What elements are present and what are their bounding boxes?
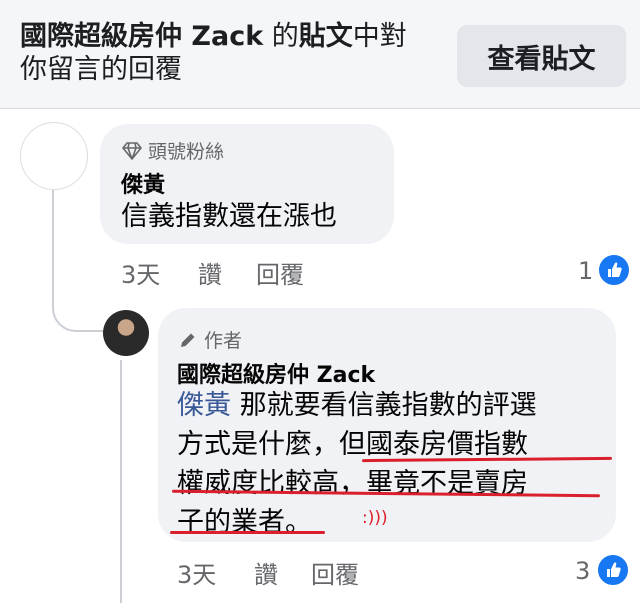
diamond-icon bbox=[122, 141, 142, 160]
reaction-count[interactable]: 3 bbox=[575, 557, 590, 585]
thumbs-up-icon bbox=[608, 262, 622, 277]
reply-button[interactable]: 回覆 bbox=[256, 255, 304, 290]
comment-text: 信義指數還在漲也 bbox=[121, 201, 337, 232]
comment-author[interactable]: 傑黃 bbox=[121, 167, 165, 199]
like-button[interactable]: 讚 bbox=[254, 555, 278, 590]
notification-header: 國際超級房仲 Zack 的貼文中對你留言的回覆 查看貼文 bbox=[0, 0, 640, 109]
reply-text-line-3: 權威度比較高，畢竟不是賣房 bbox=[177, 468, 528, 499]
reply-time[interactable]: 3天 bbox=[177, 555, 216, 590]
like-reaction-icon bbox=[597, 253, 631, 287]
reaction-count[interactable]: 1 bbox=[578, 257, 593, 285]
header-text: 的 bbox=[263, 21, 299, 52]
thread-connector-2 bbox=[120, 360, 122, 603]
author-avatar[interactable] bbox=[103, 310, 149, 356]
avatar[interactable] bbox=[20, 122, 88, 190]
mention-link[interactable]: 傑黃 bbox=[177, 390, 231, 421]
reply-button[interactable]: 回覆 bbox=[311, 555, 359, 590]
like-reaction-icon bbox=[596, 553, 630, 587]
pencil-icon bbox=[181, 333, 195, 347]
reply-text: 那就要看信義指數的評選 bbox=[231, 390, 537, 421]
top-fan-badge: 頭號粉絲 bbox=[122, 137, 224, 164]
page-name[interactable]: 國際超級房仲 Zack bbox=[20, 21, 263, 52]
post-word: 貼文 bbox=[298, 21, 353, 52]
header-title: 國際超級房仲 Zack 的貼文中對你留言的回覆 bbox=[20, 20, 430, 86]
view-post-button[interactable]: 查看貼文 bbox=[457, 25, 626, 87]
reply-text-line-4: 子的業者。 bbox=[177, 507, 312, 538]
reply-author[interactable]: 國際超級房仲 Zack bbox=[177, 357, 375, 389]
reply-text-line-1: 傑黃 那就要看信義指數的評選 bbox=[177, 386, 537, 425]
handwritten-annotation: :))) bbox=[362, 508, 388, 528]
thumbs-up-icon bbox=[607, 562, 621, 577]
author-badge: 作者 bbox=[178, 326, 242, 353]
like-button[interactable]: 讚 bbox=[198, 255, 222, 290]
badge-label: 作者 bbox=[204, 330, 243, 352]
comment-time[interactable]: 3天 bbox=[121, 255, 160, 290]
badge-label: 頭號粉絲 bbox=[148, 141, 225, 163]
red-underline-3 bbox=[170, 531, 325, 534]
